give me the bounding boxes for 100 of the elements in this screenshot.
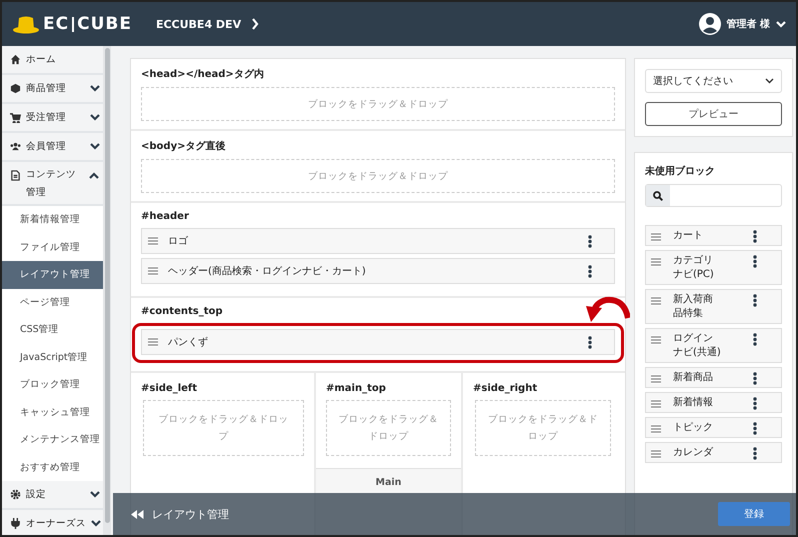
main-label: Main: [376, 477, 402, 490]
unused-block[interactable]: 新着商品: [645, 367, 782, 388]
nav-label: 会員管理: [26, 140, 67, 153]
kebab-menu-icon[interactable]: [753, 447, 757, 460]
block-label: パンくず: [168, 336, 209, 349]
back-link[interactable]: レイアウト管理: [152, 506, 229, 522]
layout-block[interactable]: ロゴ: [141, 228, 615, 254]
panel-title: 未使用ブロック: [645, 164, 716, 178]
drag-handle-icon: [651, 258, 661, 266]
site-name-link[interactable]: ECCUBE4 DEV: [156, 18, 242, 30]
drag-handle-icon: [148, 338, 158, 346]
unused-block[interactable]: トピック: [645, 417, 782, 438]
register-button[interactable]: 登録: [718, 502, 790, 526]
nav-subitem[interactable]: 新着情報管理: [2, 206, 103, 234]
hat-logo-icon: [12, 14, 40, 34]
section-title: #side_left: [141, 383, 198, 394]
drag-handle-icon: [651, 450, 661, 458]
nav-subitem[interactable]: ページ管理: [2, 288, 103, 316]
layout-block[interactable]: パンくず: [141, 329, 615, 355]
block-label: ログインナビ(共通): [673, 332, 721, 360]
drag-handle-icon: [651, 233, 661, 241]
scrollbar-thumb[interactable]: [104, 48, 110, 523]
kebab-menu-icon[interactable]: [588, 264, 592, 278]
unused-block[interactable]: ログインナビ(共通): [645, 328, 782, 363]
kebab-menu-icon[interactable]: [588, 234, 592, 248]
block-label: カレンダ: [673, 446, 714, 460]
logo-text: EC: [43, 14, 70, 34]
nav-subitem[interactable]: CSS管理: [2, 316, 103, 344]
nav-label: コンテンツ管理: [26, 168, 77, 200]
nav-item[interactable]: 商品管理: [2, 75, 103, 104]
drag-handle-icon: [651, 336, 661, 344]
user-avatar-icon: [698, 13, 721, 35]
kebab-menu-icon[interactable]: [753, 372, 757, 385]
home-icon: [10, 54, 21, 65]
drag-handle-icon: [148, 237, 158, 245]
nav-item[interactable]: ホーム: [2, 46, 103, 75]
logo-text: CUBE: [77, 14, 132, 34]
nav-item[interactable]: オーナーズス: [2, 510, 103, 535]
drag-handle-icon: [651, 400, 661, 408]
layout-block[interactable]: ヘッダー(商品検索・ログインナビ・カート): [141, 258, 615, 284]
nav-label: 受注管理: [26, 111, 67, 124]
nav-subitem[interactable]: おすすめ管理: [2, 454, 103, 481]
template-select[interactable]: 選択してください: [645, 69, 782, 93]
nav-item[interactable]: コンテンツ管理: [2, 162, 103, 206]
kebab-menu-icon[interactable]: [753, 230, 757, 243]
drag-handle-icon: [651, 425, 661, 433]
preview-button[interactable]: プレビュー: [645, 102, 782, 126]
users-icon: [10, 141, 21, 152]
section-title: #header: [141, 211, 190, 222]
cart-icon: [10, 112, 21, 123]
unused-block[interactable]: カート: [645, 225, 782, 246]
section-title: <head></head>タグ内: [141, 68, 265, 81]
kebab-menu-icon[interactable]: [753, 397, 757, 410]
nav-subitem[interactable]: ブロック管理: [2, 371, 103, 398]
kebab-menu-icon[interactable]: [753, 294, 757, 307]
nav-label: 商品管理: [26, 82, 67, 95]
user-name[interactable]: 管理者 様: [726, 17, 770, 31]
kebab-menu-icon[interactable]: [588, 336, 592, 348]
nav-subitem[interactable]: レイアウト管理: [2, 261, 103, 288]
nav-subitem[interactable]: ファイル管理: [2, 234, 103, 261]
nav-item[interactable]: 受注管理: [2, 104, 103, 133]
unused-block[interactable]: 新入荷商品特集: [645, 289, 782, 324]
chevron-right-icon: [251, 18, 260, 30]
nav-label: ホーム: [26, 53, 57, 66]
kebab-menu-icon[interactable]: [753, 255, 757, 268]
nav-label: オーナーズス: [26, 517, 86, 530]
section-title: #contents_top: [141, 306, 224, 317]
chevron-down-icon: [776, 20, 786, 28]
plug-icon: [10, 518, 21, 529]
section-title: <body>タグ直後: [141, 140, 226, 153]
double-chevron-left-icon: [131, 510, 144, 518]
drag-handle-icon: [148, 267, 158, 275]
nav-item[interactable]: 会員管理: [2, 133, 103, 162]
block-label: カテゴリナビ(PC): [673, 254, 715, 282]
block-label: 新着商品: [673, 371, 714, 385]
unused-block[interactable]: カテゴリナビ(PC): [645, 250, 782, 285]
drag-handle-icon: [651, 375, 661, 383]
section-title: #side_right: [473, 383, 538, 394]
nav-subitem[interactable]: キャッシュ管理: [2, 398, 103, 426]
block-label: カート: [673, 229, 704, 243]
nav-subitem[interactable]: メンテナンス管理: [2, 426, 103, 454]
chevron-down-icon: [765, 78, 774, 84]
drag-handle-icon: [651, 297, 661, 305]
nav-subitem[interactable]: JavaScript管理: [2, 344, 103, 371]
search-icon: [653, 190, 663, 200]
gear-icon: [10, 489, 21, 500]
kebab-menu-icon[interactable]: [753, 422, 757, 435]
block-label: ロゴ: [168, 235, 189, 248]
unused-block[interactable]: 新着情報: [645, 392, 782, 413]
search-field[interactable]: [645, 184, 782, 207]
block-label: ヘッダー(商品検索・ログインナビ・カート): [168, 264, 367, 278]
block-label: 新入荷商品特集: [673, 293, 714, 321]
block-label: トピック: [673, 421, 714, 435]
kebab-menu-icon[interactable]: [753, 333, 757, 346]
section-title: #main_top: [325, 383, 387, 394]
cube-icon: [10, 83, 21, 94]
nav-label: 設定: [26, 488, 47, 501]
nav-item[interactable]: 設定: [2, 481, 103, 510]
block-label: 新着情報: [673, 396, 714, 410]
unused-block[interactable]: カレンダ: [645, 442, 782, 463]
